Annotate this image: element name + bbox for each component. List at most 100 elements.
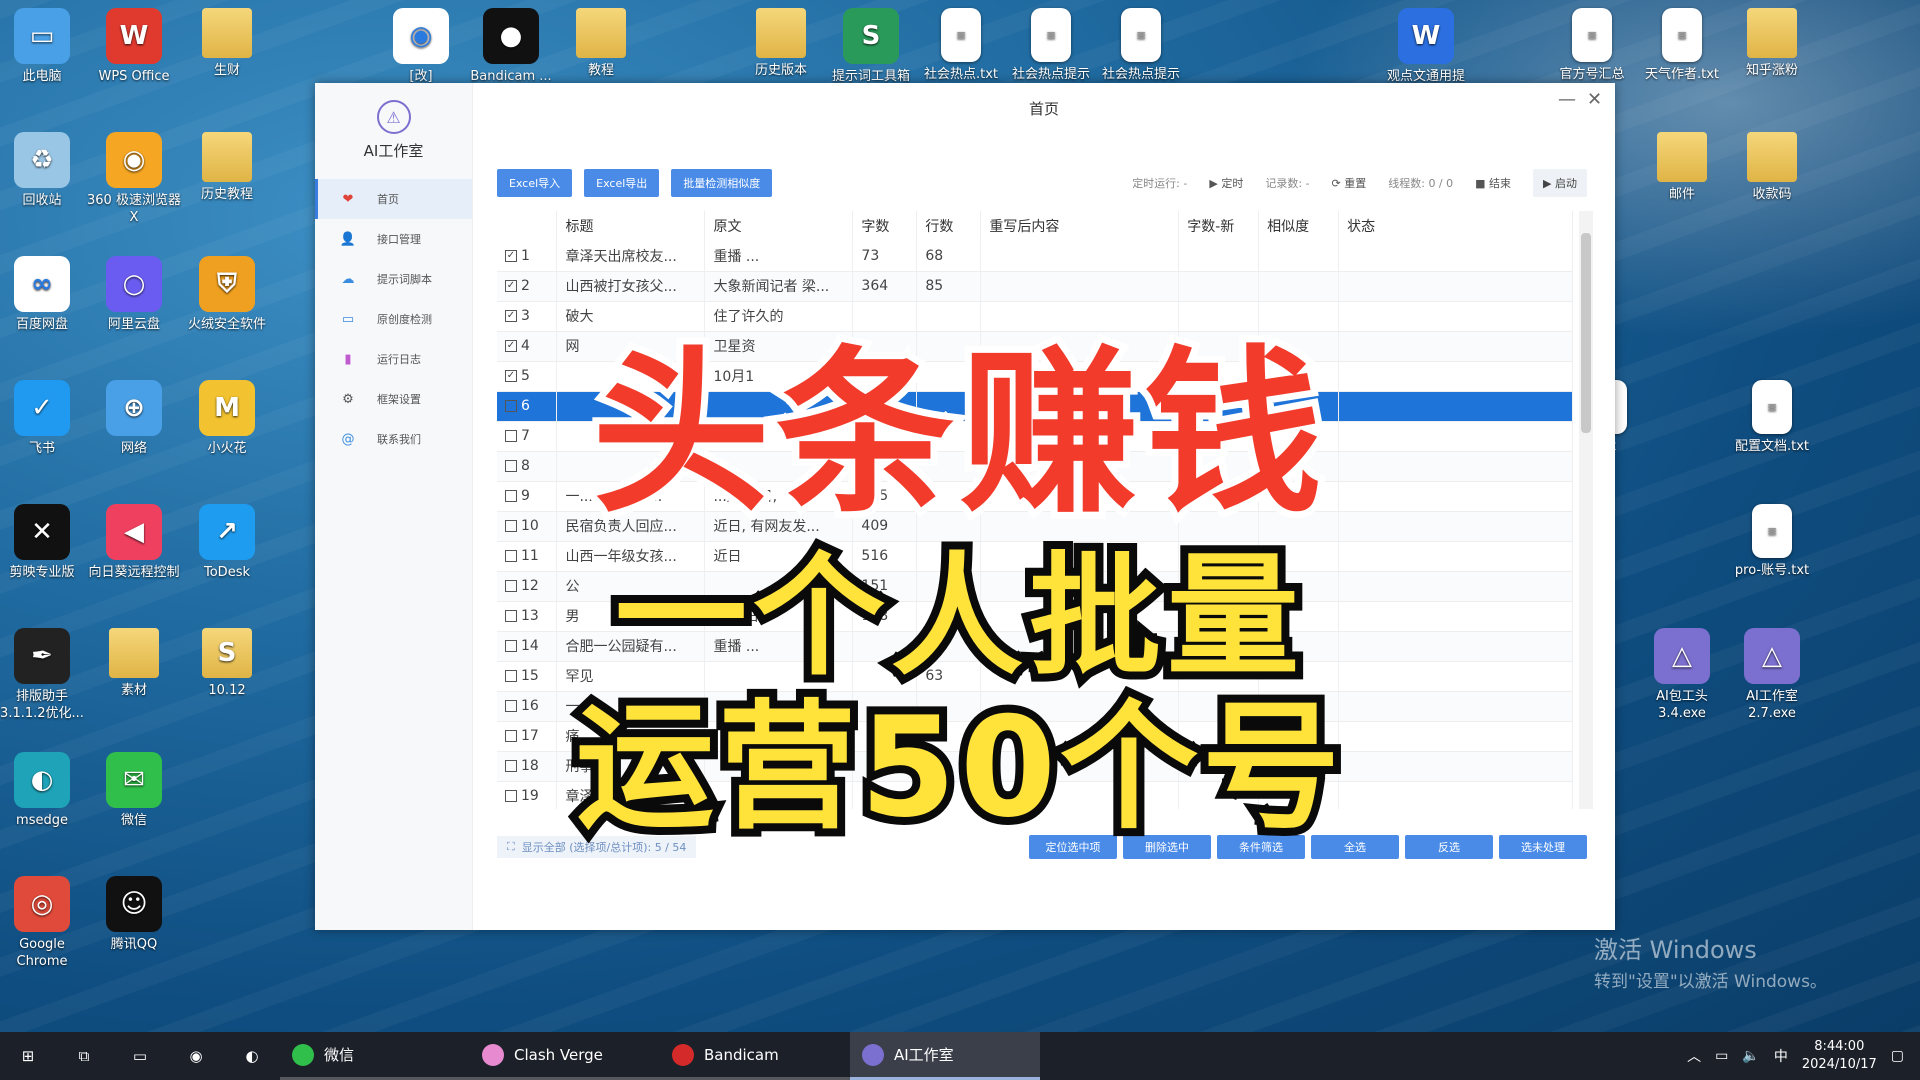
table-row[interactable]: 19 章泽 14 xyxy=(497,781,1573,809)
desktop-icon[interactable]: W 观点文通用提 xyxy=(1378,8,1474,85)
table-row[interactable]: 14 合肥一公园疑有... 重播 ... 68 xyxy=(497,631,1573,662)
desktop-icon[interactable]: ≡ 天气作者.txt xyxy=(1634,8,1730,83)
network-icon[interactable]: ▭ xyxy=(1715,1048,1728,1064)
table-row[interactable]: 7 xyxy=(497,421,1573,452)
row-checkbox[interactable] xyxy=(505,700,517,712)
nav-item[interactable]: ▭ 原创度检测 xyxy=(315,299,472,339)
taskbar-app[interactable]: AI工作室 xyxy=(850,1032,1040,1080)
schedule-button[interactable]: ▶ 定时 xyxy=(1209,175,1243,191)
desktop-icon[interactable]: ◉ 360 极速浏览器X xyxy=(86,132,182,226)
column-header[interactable]: 字数-新 xyxy=(1178,211,1260,241)
table-scrollbar[interactable] xyxy=(1579,211,1593,809)
minimize-button[interactable]: — xyxy=(1558,89,1576,110)
nav-item[interactable]: ❤ 首页 xyxy=(315,179,472,219)
row-checkbox[interactable]: ✓ xyxy=(505,310,517,322)
taskbar-app[interactable]: Bandicam xyxy=(660,1032,850,1080)
table-row[interactable]: 16 一 xyxy=(497,691,1573,722)
desktop-icon[interactable]: ⛨ 火绒安全软件 xyxy=(179,256,275,333)
table-row[interactable]: 17 痛 xyxy=(497,721,1573,752)
table-row[interactable]: 10 民宿负责人回应... 近日, 有网友发... 409 xyxy=(497,511,1573,542)
table-row[interactable]: 15 罕见 63 xyxy=(497,661,1573,692)
desktop-icon[interactable]: ⊕ 网络 xyxy=(86,380,182,457)
desktop-icon[interactable]: △ AI工作室2.7.exe xyxy=(1724,628,1820,722)
desktop-icon[interactable]: ◐ msedge xyxy=(0,752,90,829)
file-explorer-icon[interactable]: ▭ xyxy=(112,1032,168,1080)
desktop-icon[interactable]: W WPS Office xyxy=(86,8,182,85)
column-header[interactable]: 字数 xyxy=(852,211,918,241)
desktop-icon[interactable]: ✒ 排版助手3.1.1.2优化... xyxy=(0,628,90,722)
desktop-icon[interactable]: ✉ 微信 xyxy=(86,752,182,829)
close-button[interactable]: ✕ xyxy=(1587,89,1602,110)
row-checkbox[interactable] xyxy=(505,460,517,472)
table-row[interactable]: ✓ 4 网卫星资 xyxy=(497,331,1573,362)
end-button[interactable]: ■ 结束 xyxy=(1475,175,1511,191)
desktop-icon[interactable]: ↗ ToDesk xyxy=(179,504,275,581)
footer-button[interactable]: 反选 xyxy=(1405,835,1493,859)
row-checkbox[interactable] xyxy=(505,760,517,772)
desktop-icon[interactable]: ✓ 飞书 xyxy=(0,380,90,457)
table-row[interactable]: ✓ 1 章泽天出席校友... 重播 ... 73 68 xyxy=(497,241,1573,272)
column-header[interactable] xyxy=(497,211,558,241)
table-row[interactable]: ✓ 3 破大 住了许久的 xyxy=(497,301,1573,332)
desktop-icon[interactable]: S 10.12 xyxy=(179,628,275,699)
row-checkbox[interactable]: ✓ xyxy=(505,340,517,352)
desktop-icon[interactable]: 邮件 xyxy=(1634,132,1730,203)
table-row[interactable]: ✓ 2 山西被打女孩父... 大象新闻记者 梁... 364 85 xyxy=(497,271,1573,302)
desktop-icon[interactable]: 生财 xyxy=(179,8,275,79)
table-row[interactable]: 11 山西一年级女孩... 近日 516 xyxy=(497,541,1573,572)
desktop-icon[interactable]: ≡ 配置文档.txt xyxy=(1724,380,1820,455)
row-checkbox[interactable] xyxy=(505,730,517,742)
table-row[interactable]: 12 公 151 xyxy=(497,571,1573,602)
footer-button[interactable]: 条件筛选 xyxy=(1217,835,1305,859)
column-header[interactable]: 相似度 xyxy=(1258,211,1340,241)
column-header[interactable]: 标题 xyxy=(556,211,706,241)
scrollbar-thumb[interactable] xyxy=(1581,233,1591,433)
row-checkbox[interactable] xyxy=(505,640,517,652)
row-checkbox[interactable]: ✓ xyxy=(505,370,517,382)
reset-button[interactable]: ⟳ 重置 xyxy=(1332,175,1367,191)
volume-icon[interactable]: 🔈 xyxy=(1742,1048,1759,1064)
desktop-icon[interactable]: ☺ 腾讯QQ xyxy=(86,876,182,953)
row-checkbox[interactable] xyxy=(505,790,517,802)
taskbar-app[interactable]: 微信 xyxy=(280,1032,470,1080)
desktop-icon[interactable]: △ AI包工头3.4.exe xyxy=(1634,628,1730,722)
ime-indicator[interactable]: 中 xyxy=(1774,1046,1788,1066)
excel-import-button[interactable]: Excel导入 xyxy=(497,169,573,197)
start-button[interactable]: ▶ 启动 xyxy=(1533,169,1587,197)
row-checkbox[interactable] xyxy=(505,610,517,622)
table-row[interactable]: 8 xyxy=(497,451,1573,482)
row-checkbox[interactable] xyxy=(505,520,517,532)
footer-button[interactable]: 定位选中项 xyxy=(1029,835,1117,859)
desktop-icon[interactable]: ≡ pro-账号.txt xyxy=(1724,504,1820,579)
nav-item[interactable]: ▮ 运行日志 xyxy=(315,339,472,379)
desktop-icon[interactable]: ≡ 社会热点.txt xyxy=(913,8,1009,83)
desktop-icon[interactable]: ● Bandicam ... xyxy=(463,8,559,85)
row-checkbox[interactable]: ✓ xyxy=(505,280,517,292)
row-checkbox[interactable] xyxy=(505,400,517,412)
excel-export-button[interactable]: Excel导出 xyxy=(584,169,660,197)
desktop-icon[interactable]: 历史版本 xyxy=(733,8,829,79)
desktop-icon[interactable]: ≡ 社会热点提示 xyxy=(1003,8,1099,83)
desktop-icon[interactable]: S 提示词工具箱 xyxy=(823,8,919,85)
desktop-icon[interactable]: ✕ 剪映专业版 xyxy=(0,504,90,581)
desktop-icon[interactable]: M 小火花 xyxy=(179,380,275,457)
footer-button[interactable]: 选未处理 xyxy=(1499,835,1587,859)
desktop-icon[interactable]: ≡ 社会热点提示 xyxy=(1093,8,1189,83)
desktop-icon[interactable]: ♻ 回收站 xyxy=(0,132,90,209)
task-view-icon[interactable]: ⧉ xyxy=(56,1032,112,1080)
desktop-icon[interactable]: ◉ [改] xyxy=(373,8,469,85)
desktop-icon[interactable]: ◎ Google Chrome xyxy=(0,876,90,970)
nav-item[interactable]: ⚙ 框架设置 xyxy=(315,379,472,419)
clock[interactable]: 8:44:00 2024/10/17 xyxy=(1802,1038,1877,1074)
footer-button[interactable]: 删除选中 xyxy=(1123,835,1211,859)
footer-button[interactable]: 全选 xyxy=(1311,835,1399,859)
desktop-icon[interactable]: ≡ 官方号汇总 xyxy=(1544,8,1640,83)
desktop-icon[interactable]: ∞ 百度网盘 xyxy=(0,256,90,333)
row-checkbox[interactable]: ✓ xyxy=(505,249,517,262)
nav-item[interactable]: ☁ 提示词脚本 xyxy=(315,259,472,299)
notification-icon[interactable]: ▢ xyxy=(1891,1048,1904,1064)
desktop-icon[interactable]: 知乎涨粉 xyxy=(1724,8,1820,79)
nav-item[interactable]: @ 联系我们 xyxy=(315,419,472,459)
chevron-up-icon[interactable]: ︿ xyxy=(1687,1046,1701,1066)
table-row[interactable]: ✓ 5 10月1 xyxy=(497,361,1573,392)
